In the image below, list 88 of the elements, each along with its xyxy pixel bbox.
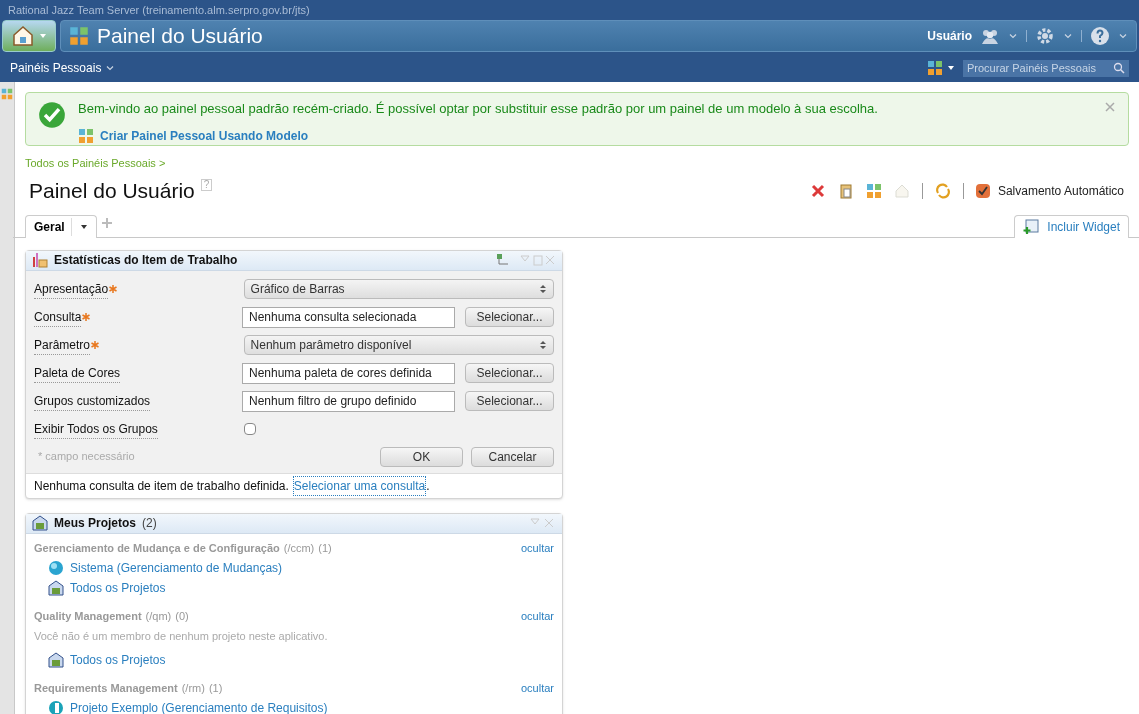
- field-label: Parâmetro: [34, 335, 91, 355]
- project-link[interactable]: Sistema (Gerenciamento de Mudanças): [70, 558, 283, 577]
- text-field[interactable]: Nenhum filtro de grupo definido: [242, 390, 455, 412]
- caret-icon[interactable]: [79, 222, 88, 231]
- user-label[interactable]: Usuário: [927, 28, 972, 44]
- group-count: (1): [208, 681, 224, 696]
- breadcrumb-link[interactable]: Todos os Painéis Pessoais >: [25, 154, 166, 171]
- notice-message: Bem-vindo ao painel pessoal padrão recém-criado. É possível optar por substituir esse padrão por um painel de um modelo à sua escolha.: [78, 100, 879, 118]
- create-from-template-link[interactable]: Criar Painel Pessoal Usando Modelo: [100, 126, 309, 145]
- empty-message: Você não é um membro de nenhum projeto neste aplicativo.: [34, 628, 329, 644]
- personal-dashboards-menu[interactable]: Painéis Pessoais: [10, 60, 102, 76]
- auto-save-label: Salvamento Automático: [997, 182, 1124, 200]
- text-field[interactable]: Nenhuma consulta selecionada: [242, 306, 455, 328]
- widget-title: Meus Projetos: [54, 515, 137, 532]
- field-label: Apresentação: [34, 279, 109, 299]
- home-button[interactable]: [2, 20, 56, 52]
- project-link[interactable]: Projeto Exemplo (Gerenciamento de Requisitos): [70, 699, 328, 714]
- hide-link[interactable]: ocultar: [520, 680, 554, 697]
- globe-icon: [48, 559, 64, 576]
- text-field[interactable]: Nenhuma paleta de cores definida: [242, 362, 455, 384]
- page-title: Painel do Usuário: [29, 178, 195, 204]
- group-name: Quality Management: [34, 609, 142, 624]
- required-star-icon: [109, 285, 118, 293]
- dropdown[interactable]: Gráfico de Barras: [243, 279, 554, 299]
- add-tab-icon[interactable]: [100, 216, 113, 229]
- project-count: (2): [142, 515, 158, 532]
- hide-link[interactable]: ocultar: [520, 608, 554, 625]
- help-badge[interactable]: ?: [200, 178, 213, 191]
- app-title: Painel do Usuário: [97, 23, 263, 50]
- dashboard-icon: [927, 60, 943, 76]
- widget-add-icon: [1023, 218, 1040, 235]
- field-label: Paleta de Cores: [34, 363, 121, 383]
- server-title: Rational Jazz Team Server (treinamento.alm.serpro.gov.br/jts): [8, 2, 310, 18]
- project-link[interactable]: Todos os Projetos: [70, 650, 166, 669]
- spinner-arrows-icon: [539, 283, 547, 295]
- field-label: Grupos customizados: [34, 391, 151, 411]
- group-name: Requirements Management: [34, 681, 178, 696]
- group-path: (/qm): [145, 609, 172, 624]
- add-widget-button[interactable]: Incluir Widget: [1014, 214, 1129, 238]
- delete-icon[interactable]: [809, 182, 826, 199]
- required-star-icon: [91, 341, 100, 349]
- settings-icon[interactable]: [1035, 26, 1055, 46]
- house-icon: [11, 24, 35, 48]
- caret-icon[interactable]: [947, 64, 955, 72]
- widget-controls-icon[interactable]: [496, 253, 556, 267]
- no-query-text: Nenhuma consulta de item de trabalho definida.: [34, 477, 289, 495]
- project-link[interactable]: Todos os Projetos: [70, 578, 166, 597]
- select-button[interactable]: Selecionar...: [465, 391, 554, 411]
- ok-button[interactable]: OK: [380, 446, 463, 467]
- caret-icon: [39, 32, 47, 40]
- cancel-button[interactable]: Cancelar: [471, 446, 554, 467]
- group-path: (/rm): [181, 681, 205, 696]
- dashboard-icon: [69, 26, 89, 46]
- bar-chart-icon: [32, 252, 48, 268]
- group-name: Gerenciamento de Mudança e de Configuração: [34, 540, 280, 556]
- chevron-down-icon[interactable]: [1118, 31, 1128, 41]
- refresh-icon[interactable]: [934, 182, 951, 199]
- help-icon[interactable]: [1090, 26, 1110, 46]
- checkbox[interactable]: [244, 423, 256, 435]
- close-icon[interactable]: [1104, 101, 1116, 113]
- chevron-down-icon[interactable]: [1008, 31, 1018, 41]
- select-button[interactable]: Selecionar...: [465, 307, 554, 327]
- select-button[interactable]: Selecionar...: [465, 363, 554, 383]
- chevron-down-icon[interactable]: [1063, 31, 1073, 41]
- group-count: (0): [175, 609, 190, 624]
- projects-icon: [48, 651, 64, 668]
- template-icon: [78, 127, 94, 144]
- dashboard-icon: [1, 88, 13, 100]
- field-label: Consulta: [34, 307, 82, 327]
- tab[interactable]: Geral: [25, 214, 97, 238]
- required-note: * campo necessário: [38, 449, 136, 465]
- widget-title: Estatísticas do Item de Trabalho: [54, 252, 239, 269]
- group-count: (1): [318, 540, 333, 556]
- hide-link[interactable]: ocultar: [520, 539, 554, 556]
- dropdown[interactable]: Nenhum parâmetro disponível: [243, 335, 554, 355]
- search-icon[interactable]: [1113, 62, 1125, 74]
- chevron-down-icon[interactable]: [105, 63, 116, 73]
- period-text: .: [426, 477, 430, 495]
- projects-icon: [48, 579, 64, 596]
- select-query-link[interactable]: Selecionar uma consulta: [292, 475, 427, 496]
- checkmark-icon: [38, 101, 66, 129]
- search-field[interactable]: Procurar Painéis Pessoais: [963, 59, 1129, 77]
- auto-save-checkbox[interactable]: [975, 183, 990, 198]
- check-icon: [976, 184, 989, 197]
- field-label: Exibir Todos os Grupos: [34, 419, 158, 439]
- group-path: (/ccm): [283, 540, 315, 556]
- required-star-icon: [82, 313, 91, 321]
- spinner-arrows-icon: [539, 339, 547, 351]
